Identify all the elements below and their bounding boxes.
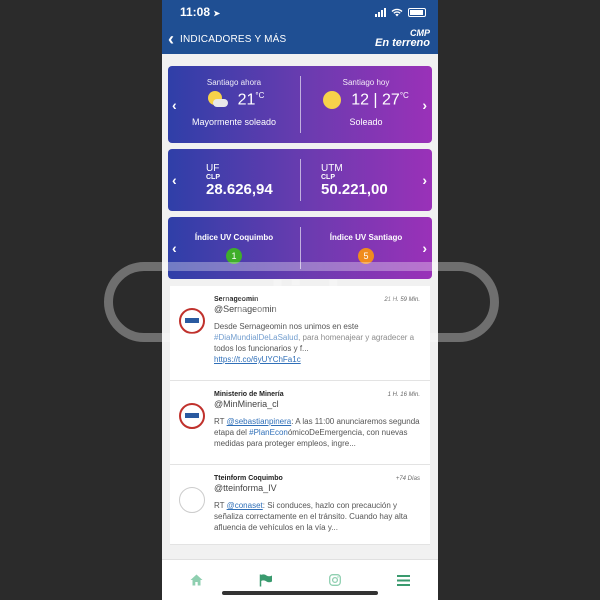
wifi-icon (391, 8, 403, 16)
tweet-handle: @MinMineria_cl (214, 399, 279, 409)
partly-cloudy-icon (204, 91, 228, 109)
uf-currency: CLP (206, 174, 220, 181)
phone-screen: 11:08 ➤ ‹ INDICADORES Y MÁS CMP En terre… (162, 0, 438, 600)
clock-text: 11:08 (180, 5, 211, 19)
utm-currency: CLP (321, 174, 335, 181)
tweet-time: 21 H. 59 Min. (384, 297, 420, 303)
brand-bottom: En terreno (374, 37, 430, 49)
back-chevron-icon[interactable]: ‹ (168, 30, 174, 48)
status-time: 11:08 ➤ (180, 5, 220, 19)
tweet-text: Desde Sernageomin nos unimos en este #Di… (214, 322, 415, 364)
weather-now-desc: Mayormente soleado (191, 117, 277, 128)
home-icon[interactable] (187, 572, 207, 588)
sun-icon (323, 91, 342, 110)
mention-link[interactable]: @conaset (227, 501, 263, 510)
signal-icon (375, 7, 386, 17)
tweet-item[interactable]: Tteinform Coquimbo @tteinforma_IV +74 Dí… (170, 465, 430, 545)
uf-label: UF (206, 163, 220, 174)
tweet-handle: @tteinforma_IV (214, 483, 277, 493)
navigation-arrow-icon: ➤ (213, 9, 221, 18)
tweet-url-link[interactable]: https://t.co/6yUYChFa1c (214, 355, 301, 364)
avatar[interactable] (179, 308, 205, 334)
tweet-item[interactable]: Ministerio de Minería @MinMineria_cl 1 H… (170, 381, 430, 465)
weather-card[interactable]: ‹ Santiago ahora 21°C Mayormente soleado… (168, 66, 432, 143)
tweet-text: RT @conaset: Si conduces, hazlo con prec… (214, 501, 408, 532)
page-title: INDICADORES Y MÁS (180, 33, 287, 45)
flag-icon[interactable] (256, 572, 276, 588)
tweet-item[interactable]: Sernageomin @Sernageomin 21 H. 59 Min. D… (170, 286, 430, 381)
status-bar: 11:08 ➤ (162, 0, 438, 24)
divider (300, 159, 301, 201)
weather-now-temp: 21°C (237, 91, 265, 109)
home-indicator[interactable] (222, 591, 378, 595)
brand-logo: CMP En terreno (375, 29, 430, 49)
tweet-author: Tteinform Coquimbo (214, 475, 283, 482)
uv-card[interactable]: ‹ Índice UV Coquimbo 1 Índice UV Santiag… (168, 217, 432, 279)
utm-value: 50.221,00 (321, 181, 388, 198)
tweet-feed: Sernageomin @Sernageomin 21 H. 59 Min. D… (170, 286, 430, 545)
uv-coquimbo-title: Índice UV Coquimbo (194, 233, 274, 242)
weather-today-temp: 12 | 27°C (351, 91, 409, 109)
menu-icon[interactable] (394, 572, 414, 588)
currency-card[interactable]: ‹ UF CLP 28.626,94 UTM CLP 50.221,00 › (168, 149, 432, 211)
weather-today-label: Santiago hoy (342, 78, 390, 87)
tweet-time: 1 H. 16 Min. (387, 392, 420, 398)
tweet-text: RT @sebastianpinera: A las 11:00 anuncia… (214, 417, 420, 448)
hashtag-link[interactable]: #DiaMundialDeLaSalud (214, 333, 298, 342)
utm-block: UTM CLP 50.221,00 (321, 163, 388, 198)
chevron-left-icon[interactable]: ‹ (172, 172, 177, 188)
avatar[interactable] (179, 487, 205, 513)
nav-bar: ‹ INDICADORES Y MÁS CMP En terreno (162, 24, 438, 54)
mention-link[interactable]: @sebastianpinera (227, 417, 292, 426)
uv-santiago-badge: 5 (358, 248, 374, 264)
hashtag-link[interactable]: #PlanEcon (249, 428, 288, 437)
chevron-right-icon[interactable]: › (422, 172, 427, 188)
battery-icon (408, 7, 426, 17)
avatar[interactable] (179, 403, 205, 429)
uf-block: UF CLP 28.626,94 (206, 163, 273, 198)
instagram-icon[interactable] (325, 572, 345, 588)
weather-now-label: Santiago ahora (206, 78, 262, 87)
uv-santiago-title: Índice UV Santiago (329, 233, 403, 242)
uf-value: 28.626,94 (206, 181, 273, 198)
weather-today-desc: Soleado (349, 117, 383, 128)
uv-coquimbo-badge: 1 (226, 248, 242, 264)
chevron-right-icon[interactable]: › (422, 240, 427, 256)
tweet-time: +74 Días (395, 476, 420, 482)
chevron-right-icon[interactable]: › (422, 97, 427, 113)
utm-label: UTM (321, 163, 343, 174)
tweet-handle: @Sernageomin (214, 304, 277, 314)
